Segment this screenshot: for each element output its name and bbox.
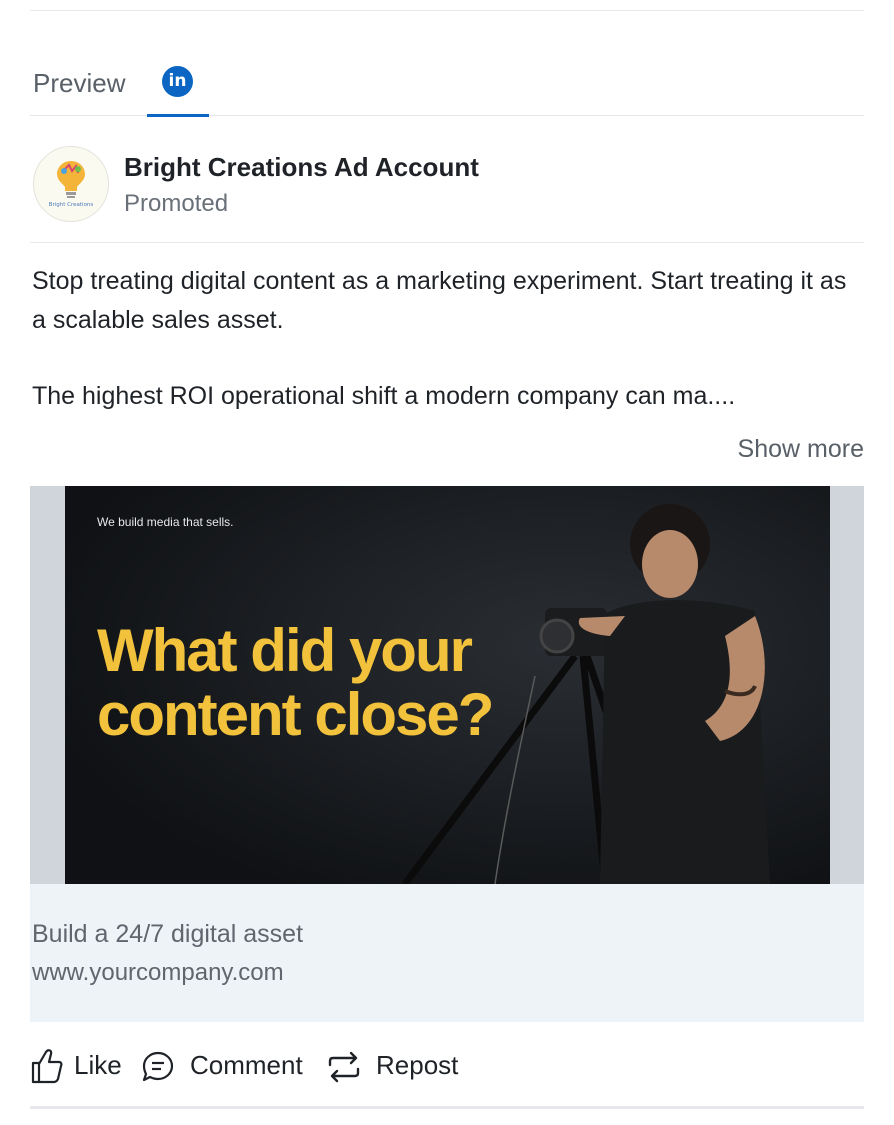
post-paragraph-1: Stop treating digital content as a marke… <box>32 267 847 334</box>
linkedin-badge-text: in <box>168 71 187 91</box>
thumbs-up-icon <box>31 1049 63 1084</box>
tab-linkedin[interactable]: in <box>147 55 209 117</box>
post-header: Bright Creations Bright Creations Ad Acc… <box>30 145 864 243</box>
link-title: Build a 24/7 digital asset <box>32 920 304 948</box>
link-card[interactable]: Build a 24/7 digital asset www.yourcompa… <box>30 884 864 1022</box>
ad-tagline: We build media that sells. <box>97 515 234 529</box>
post-text: Stop treating digital content as a marke… <box>32 262 862 416</box>
ad-headline: What did your content close? <box>97 619 617 747</box>
comment-label: Comment <box>190 1050 303 1080</box>
lightbulb-logo-icon: Bright Creations <box>49 161 94 208</box>
post-media[interactable]: We build media that sells. What did your… <box>30 486 864 884</box>
avatar[interactable]: Bright Creations <box>33 146 109 222</box>
show-more-link[interactable]: Show more <box>738 435 864 464</box>
link-url: www.yourcompany.com <box>32 959 284 986</box>
like-label: Like <box>74 1050 122 1080</box>
bottom-divider <box>30 1106 864 1109</box>
repost-button[interactable]: Repost <box>326 1040 466 1094</box>
linkedin-icon: in <box>162 66 193 97</box>
post-paragraph-2: The highest ROI operational shift a mode… <box>32 382 736 410</box>
preview-tabs: Preview in <box>30 55 864 117</box>
active-tab-indicator <box>147 114 209 117</box>
like-button[interactable]: Like <box>30 1040 126 1094</box>
comment-icon <box>142 1051 174 1082</box>
tab-preview[interactable]: Preview <box>33 68 125 99</box>
ad-headline-line-2: content close? <box>97 681 494 748</box>
top-divider <box>30 10 864 11</box>
promoted-label: Promoted <box>124 190 229 217</box>
account-name[interactable]: Bright Creations Ad Account <box>124 152 479 183</box>
ad-headline-line-1: What did your <box>97 617 473 684</box>
comment-button[interactable]: Comment <box>140 1040 320 1094</box>
ad-image: We build media that sells. What did your… <box>65 486 830 884</box>
repost-label: Repost <box>376 1050 459 1080</box>
avatar-logo-text: Bright Creations <box>49 202 94 208</box>
repost-icon <box>328 1051 360 1083</box>
